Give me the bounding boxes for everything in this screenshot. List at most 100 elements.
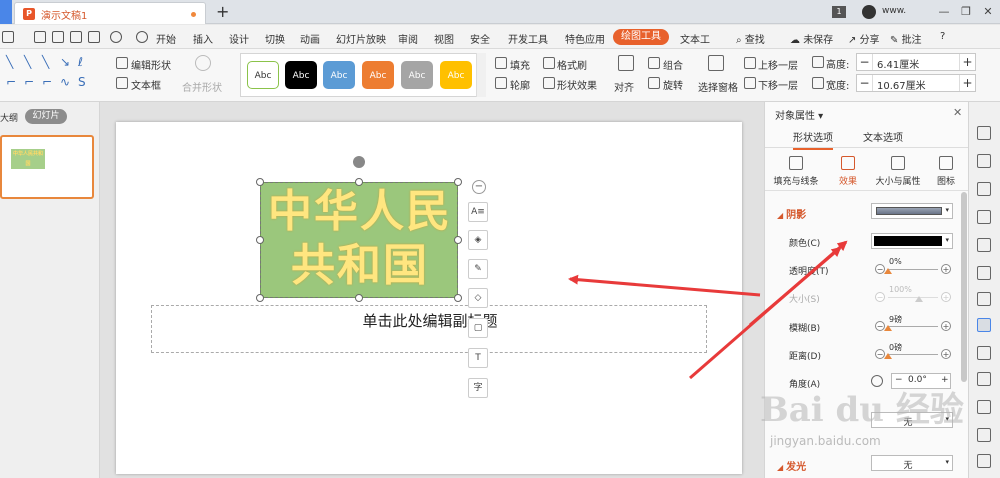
subtab-fill-line[interactable]: 填充与线条 [771, 156, 821, 187]
slide[interactable]: 中华人民 共和国 单击此处编辑副标题 − A≡ ◈ ✎ ◇ ▢ T 字 [116, 122, 742, 474]
transparency-slider[interactable]: − 0% + [875, 257, 951, 278]
collapse-icon[interactable]: − [472, 180, 486, 194]
shadow-color-dropdown[interactable]: ▾ [871, 233, 953, 249]
fill-bucket-icon[interactable]: ◇ [468, 288, 488, 308]
font-icon[interactable]: 字 [468, 378, 488, 398]
text-box-button[interactable]: 文本框 [131, 77, 161, 92]
close-button[interactable]: ✕ [980, 4, 996, 20]
size-increase[interactable]: + [941, 292, 951, 302]
transparency-knob[interactable] [884, 268, 892, 274]
rotate-button[interactable]: 旋转 [663, 77, 683, 92]
user-name[interactable]: www. [882, 6, 906, 16]
merge-shape-button[interactable]: 合并形状 [182, 79, 222, 94]
image-icon[interactable] [977, 428, 991, 442]
resize-handle-right[interactable] [454, 236, 462, 244]
shape-effects-button[interactable]: 形状效果 [557, 77, 597, 92]
pen-icon[interactable]: ✎ [468, 259, 488, 279]
user-avatar[interactable] [862, 5, 876, 19]
angle-decrease[interactable]: − [895, 375, 903, 385]
panel-scrollbar[interactable] [961, 192, 967, 382]
window-count-badge[interactable]: 1 [832, 6, 846, 18]
width-increase-button[interactable]: + [959, 75, 975, 91]
fullscreen-icon[interactable] [977, 454, 991, 468]
layer-icon[interactable]: ◈ [468, 230, 488, 250]
distance-increase[interactable]: + [941, 349, 951, 359]
print-icon[interactable] [70, 31, 82, 43]
add-tab-button[interactable]: + [216, 2, 229, 21]
size-track[interactable] [888, 297, 938, 298]
curved-connector-shape-icon[interactable]: ∿ [60, 75, 70, 89]
menu-animation[interactable]: 动画 [300, 31, 320, 46]
redo-icon[interactable] [136, 31, 148, 43]
shapes-icon[interactable] [977, 182, 991, 196]
transparency-increase[interactable]: + [941, 264, 951, 274]
resize-handle-bottom[interactable] [355, 294, 363, 302]
text-box-float-icon[interactable]: T [468, 348, 488, 368]
subtab-effects[interactable]: 效果 [823, 156, 873, 187]
style-white[interactable]: Abc [247, 61, 279, 89]
share-icon[interactable] [977, 372, 991, 386]
resize-handle-top-right[interactable] [454, 178, 462, 186]
width-decrease-button[interactable]: − [857, 75, 873, 91]
menu-features[interactable]: 特色应用 [565, 31, 605, 46]
menu-transition[interactable]: 切换 [265, 31, 285, 46]
rotate-handle-icon[interactable] [353, 156, 365, 168]
resize-handle-bottom-right[interactable] [454, 294, 462, 302]
style-gallery-scroll[interactable] [476, 53, 486, 97]
help-button[interactable]: ? [940, 31, 945, 42]
distance-knob[interactable] [884, 353, 892, 359]
blur-track[interactable] [888, 326, 938, 327]
export-icon[interactable] [52, 31, 64, 43]
home-tab[interactable] [0, 0, 12, 24]
connector-arrow-shape-icon[interactable]: ⌐ [24, 75, 34, 89]
menu-icon[interactable] [2, 31, 14, 43]
elbow-shape-icon[interactable]: ↘ [60, 55, 70, 69]
backup-icon[interactable] [977, 346, 991, 360]
text-style-icon[interactable]: A≡ [468, 202, 488, 222]
height-increase-button[interactable]: + [959, 54, 975, 70]
blur-increase[interactable]: + [941, 321, 951, 331]
table-icon[interactable] [977, 238, 991, 252]
minimize-button[interactable]: — [936, 4, 952, 20]
tab-shape-options[interactable]: 形状选项 [793, 129, 833, 150]
transparency-track[interactable] [888, 269, 938, 270]
preset-dropdown[interactable]: 无 ▾ [871, 412, 953, 428]
border-icon[interactable]: ▢ [468, 318, 488, 338]
width-stepper[interactable]: − 10.67厘米 + [856, 74, 976, 92]
subtab-size[interactable]: 大小与属性 [873, 156, 923, 187]
curve-shape-icon[interactable]: ℓ [78, 55, 83, 69]
connector-shape-icon[interactable]: ⌐ [6, 75, 16, 89]
line-shape-icon[interactable]: ╲ [6, 55, 13, 69]
angle-dial-icon[interactable] [871, 375, 883, 387]
style-gold[interactable]: Abc [440, 61, 472, 89]
connector-double-shape-icon[interactable]: ⌐ [42, 75, 52, 89]
menu-view[interactable]: 视图 [434, 31, 454, 46]
menu-slideshow[interactable]: 幻灯片放映 [336, 31, 386, 46]
format-painter-button[interactable]: 格式刷 [557, 57, 587, 72]
align-button[interactable]: 对齐 [614, 79, 634, 94]
menu-design[interactable]: 设计 [229, 31, 249, 46]
animation-icon[interactable] [977, 266, 991, 280]
fill-button[interactable]: 填充 [510, 57, 530, 72]
title-text[interactable]: 中华人民 共和国 [261, 185, 459, 293]
glow-dropdown[interactable]: 无 ▾ [871, 455, 953, 471]
edit-shape-button[interactable]: 编辑形状 [131, 57, 171, 72]
menu-text-tools[interactable]: 文本工 [680, 31, 710, 46]
menu-home[interactable]: 开始 [156, 31, 176, 46]
menu-drawing-tools[interactable]: 绘图工具 [613, 29, 669, 45]
picture-icon[interactable] [977, 210, 991, 224]
menu-security[interactable]: 安全 [470, 31, 490, 46]
group-button[interactable]: 组合 [663, 57, 683, 72]
panel-close-icon[interactable]: ✕ [953, 106, 962, 119]
document-tab[interactable]: P 演示文稿1 [14, 2, 206, 24]
comment-button[interactable]: ✎ 批注 [890, 31, 922, 46]
angle-increase[interactable]: + [941, 375, 949, 385]
freeform-shape-icon[interactable]: S [78, 75, 86, 89]
slides-tab[interactable]: 幻灯片 [25, 109, 67, 124]
unsaved-button[interactable]: ☁ 未保存 [790, 31, 833, 46]
shadow-section-toggle[interactable]: ◢ 阴影 [777, 206, 806, 221]
angle-stepper[interactable]: − 0.0° + [891, 373, 951, 389]
subtab-icon[interactable]: 图标 [921, 156, 971, 187]
menu-insert[interactable]: 插入 [193, 31, 213, 46]
share-button[interactable]: ↗ 分享 [848, 31, 880, 46]
